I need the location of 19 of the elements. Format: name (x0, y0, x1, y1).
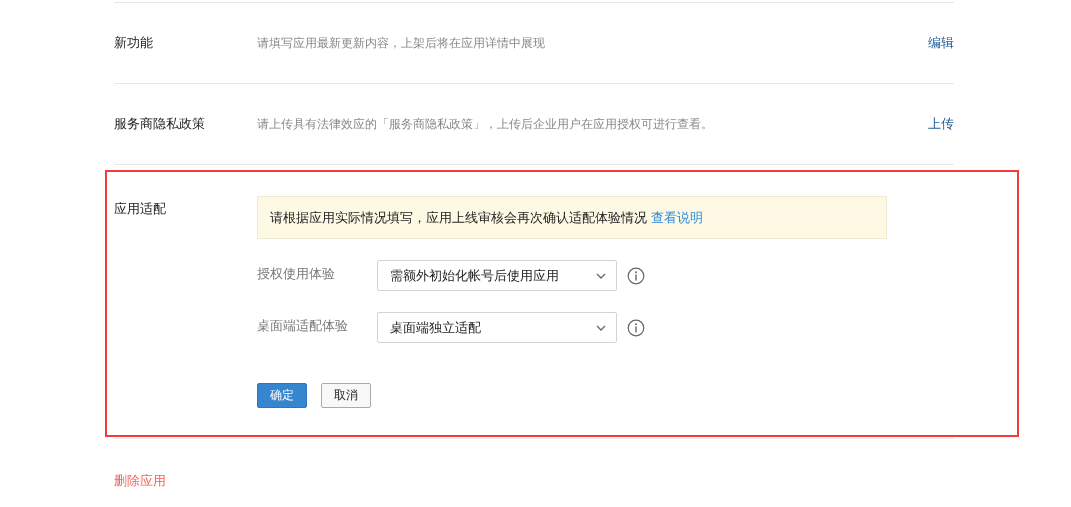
row-description: 请上传具有法律效应的「服务商隐私政策」，上传后企业用户在应用授权可进行查看。 (257, 115, 714, 133)
confirm-button[interactable]: 确定 (257, 383, 307, 408)
select-field[interactable]: 需额外初始化帐号后使用应用 (377, 260, 617, 291)
chevron-down-icon (596, 324, 606, 331)
chevron-down-icon (596, 272, 606, 279)
field-label: 授权使用体验 (257, 265, 336, 283)
info-icon[interactable] (627, 319, 645, 337)
row-label: 服务商隐私政策 (114, 115, 206, 133)
cancel-button[interactable]: 取消 (321, 383, 371, 408)
row-description: 请填写应用最新更新内容，上架后将在应用详情中展现 (257, 34, 546, 52)
info-icon[interactable] (627, 267, 645, 285)
help-link[interactable]: 查看说明 (651, 208, 703, 227)
row-label: 新功能 (114, 34, 154, 52)
select-field[interactable]: 桌面端独立适配 (377, 312, 617, 343)
section-label: 应用适配 (114, 200, 167, 218)
field-label: 桌面端适配体验 (257, 317, 349, 335)
notice-text: 请根据应用实际情况填写，应用上线审核会再次确认适配体验情况 (270, 208, 647, 227)
action-link[interactable]: 编辑 (928, 34, 954, 52)
action-link[interactable]: 上传 (928, 115, 954, 133)
